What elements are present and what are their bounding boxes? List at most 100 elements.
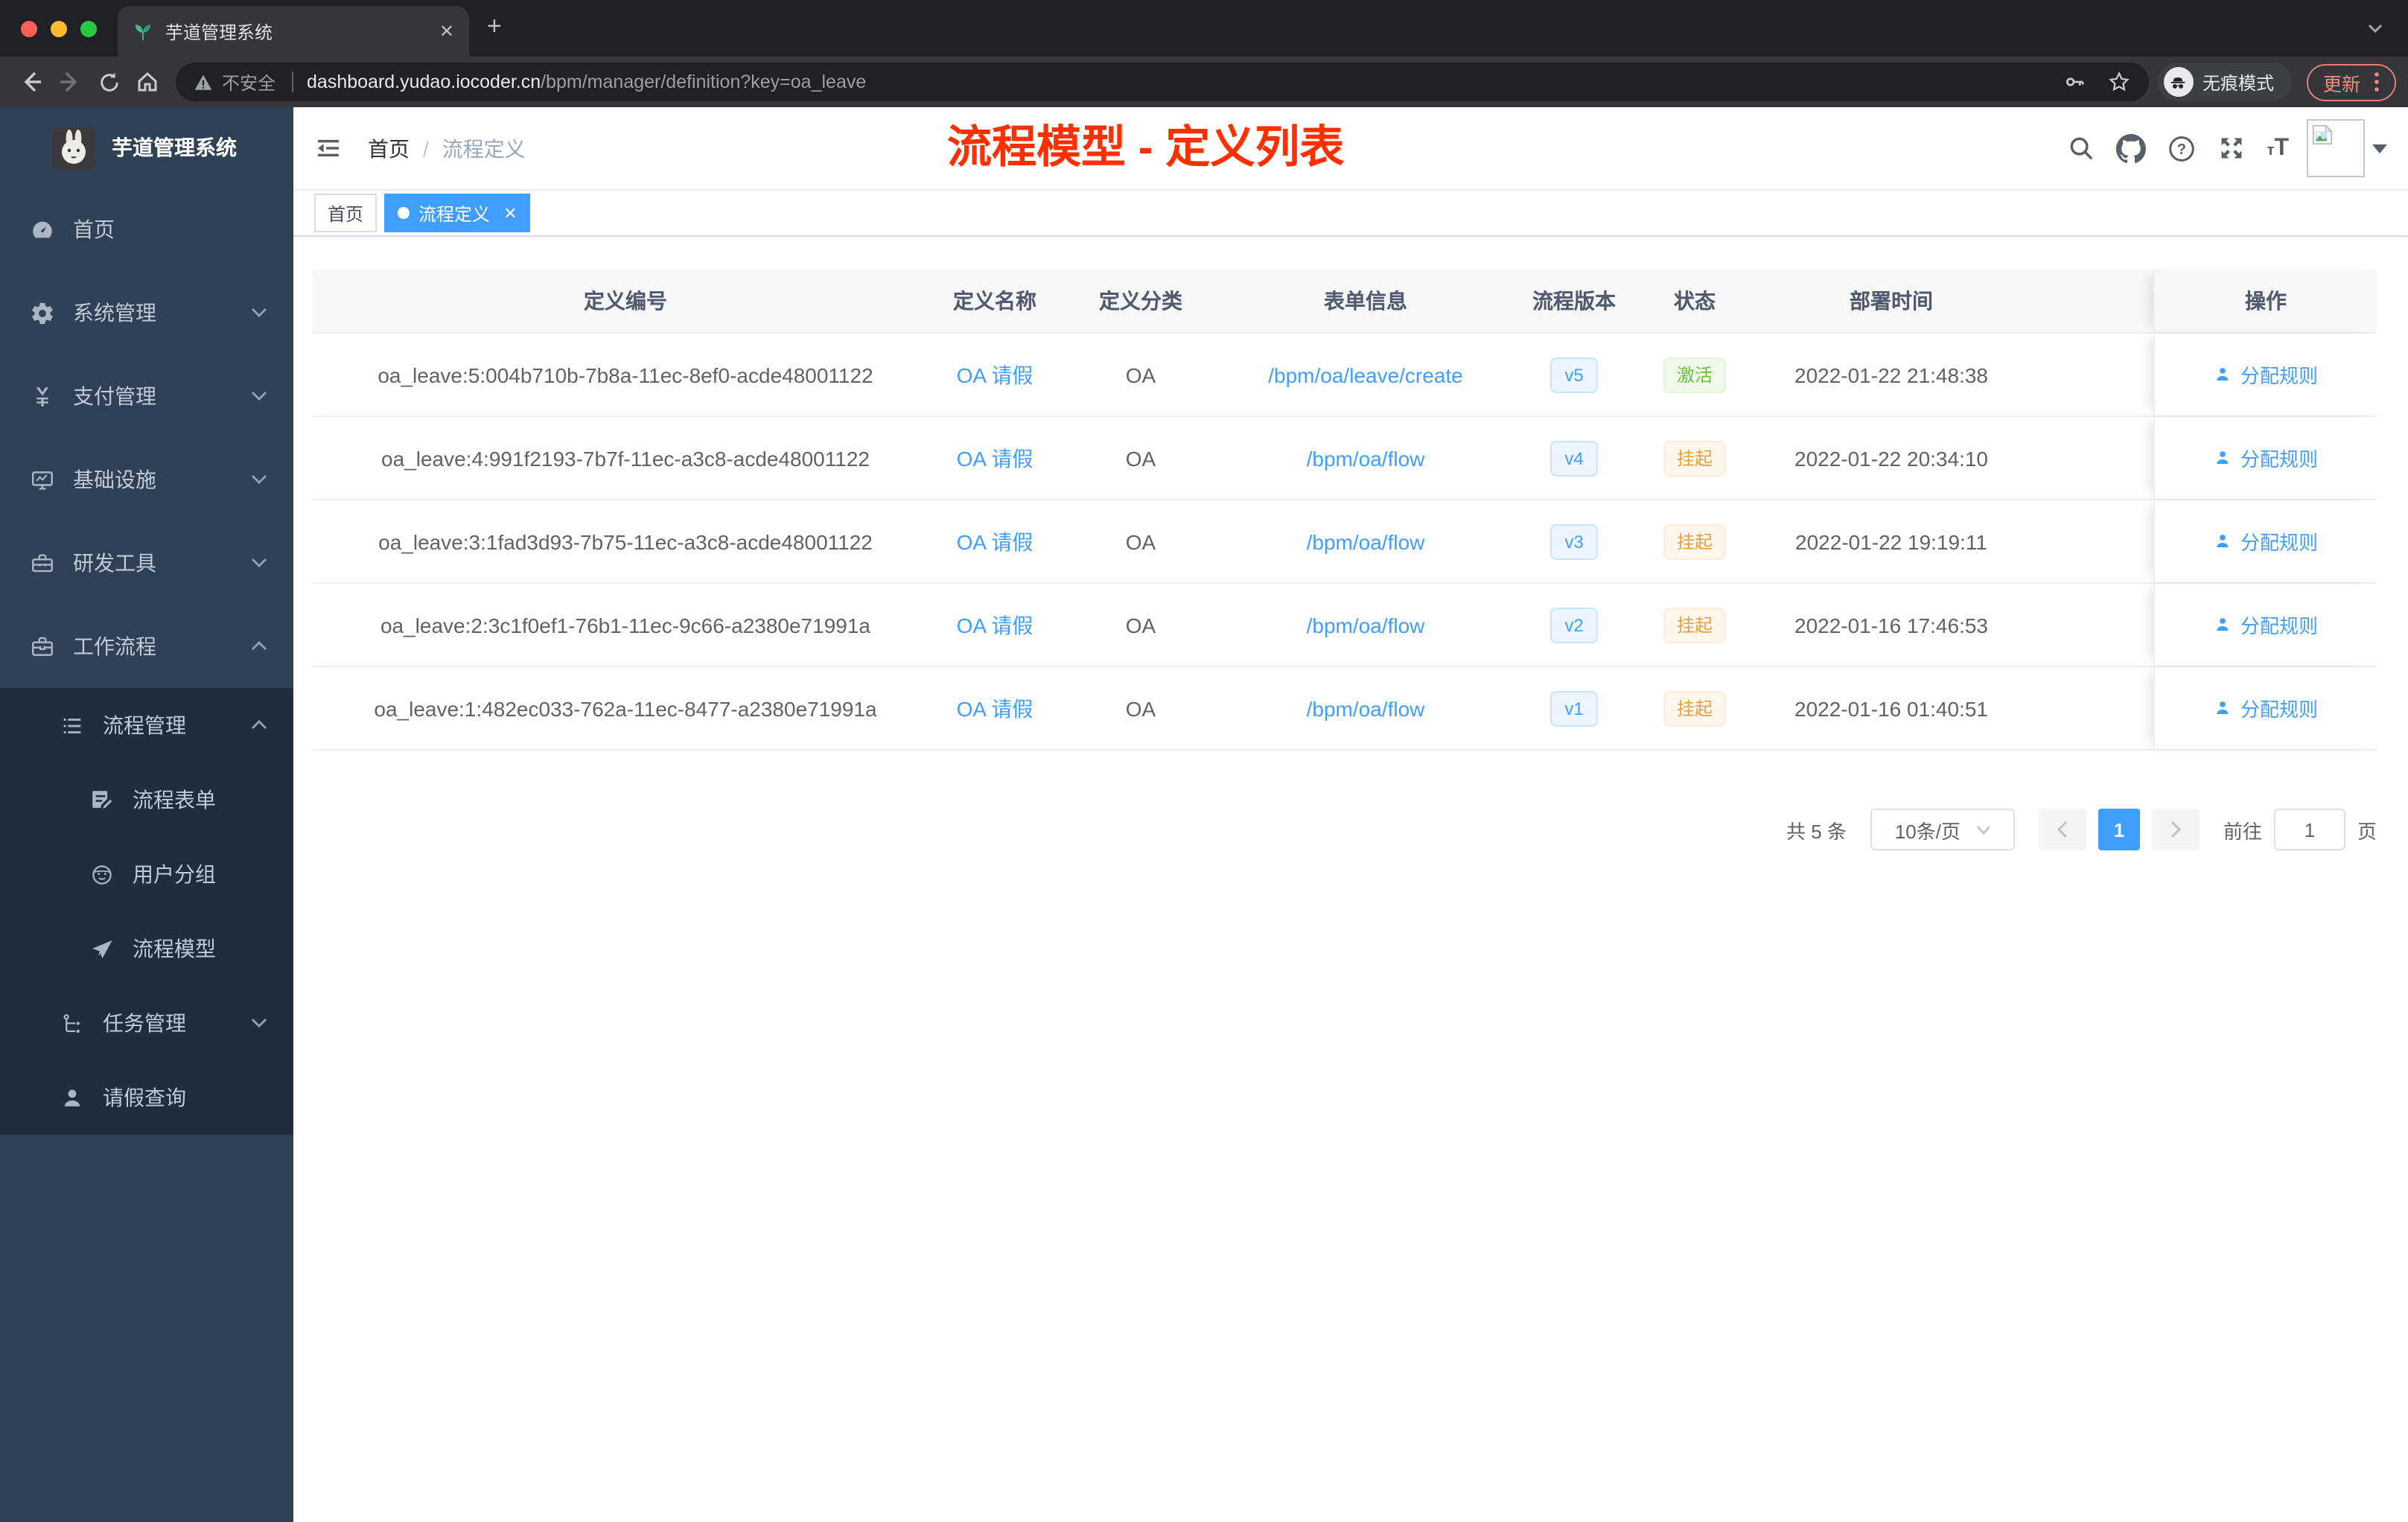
browser-chrome: 芋道管理系统 ✕ + 不安全 dashboard.yudao.iocoder.c… [0,0,2408,107]
app-title: 芋道管理系统 [112,136,237,159]
incognito-icon [2163,67,2194,97]
breadcrumb-home[interactable]: 首页 [368,133,410,163]
version-badge: v2 [1549,607,1599,643]
caret-down-icon[interactable] [2372,142,2387,154]
goto-label: 前往 [2223,820,2262,842]
back-icon[interactable] [12,70,51,94]
next-page-button[interactable] [2151,809,2200,850]
sidebar-item-process-form[interactable]: 流程表单 [0,762,293,837]
cell-definition-id: oa_leave:5:004b710b-7b8a-11ec-8ef0-acde4… [378,363,873,386]
github-icon[interactable] [2116,133,2147,163]
goto-page-input[interactable]: 1 [2273,809,2345,850]
new-tab-button[interactable]: + [487,12,502,42]
sidebar-item-label: 系统管理 [73,301,156,325]
sidebar-item-process-management[interactable]: 流程管理 [0,688,293,762]
browser-tab[interactable]: 芋道管理系统 ✕ [118,6,469,57]
logo-rabbit-avatar [52,126,95,169]
paper-plane-icon [86,936,116,961]
sidebar-item-infrastructure[interactable]: 基础设施 [0,438,293,521]
bookmark-star-icon[interactable] [2107,70,2131,94]
definition-name-link[interactable]: OA 请假 [957,526,1033,556]
sidebar-logo: 芋道管理系统 [0,107,293,188]
assign-rule-label: 分配规则 [2240,448,2318,471]
assign-rule-button[interactable]: 分配规则 [2214,611,2318,639]
assign-rule-button[interactable]: 分配规则 [2214,444,2318,472]
font-size-icon[interactable]: тT [2267,135,2289,162]
yen-icon [27,383,57,409]
sidebar-toggle-icon[interactable] [314,134,343,162]
sidebar: 芋道管理系统 首页系统管理支付管理基础设施研发工具 工作流程 流程管理流程表单用户分… [0,107,293,1522]
search-icon[interactable] [2068,134,2096,162]
version-badge: v3 [1549,523,1599,559]
sidebar-item-process-model[interactable]: 流程模型 [0,911,293,986]
form-info-link[interactable]: /bpm/oa/leave/create [1268,363,1463,386]
maximize-window-button[interactable] [80,21,97,37]
sidebar-item-label: 流程表单 [133,788,216,812]
update-menu-button[interactable]: 更新 [2306,63,2396,101]
tab-title: 芋道管理系统 [165,22,273,42]
avatar[interactable] [2307,119,2365,177]
prev-page-button[interactable] [2038,809,2086,850]
cell-form-info: /bpm/oa/flow [1230,667,1501,749]
cell-definition-category: OA [1125,446,1156,470]
form-info-link[interactable]: /bpm/oa/flow [1307,613,1425,637]
user-group-icon [86,862,116,887]
cell-form-info: /bpm/oa/flow [1230,417,1501,499]
table-header-row: 定义编号 定义名称 定义分类 表单信息 流程版本 状态 部署时间 操作 [313,270,2377,334]
definition-name-link[interactable]: OA 请假 [957,443,1033,473]
definition-name-link[interactable]: OA 请假 [957,610,1033,640]
url-bar[interactable]: 不安全 dashboard.yudao.iocoder.cn/bpm/manag… [176,63,2149,101]
dashboard-icon [27,217,57,242]
column-header-name: 定义名称 [953,289,1036,313]
cell-action: 分配规则 [2153,417,2377,499]
assign-rule-button[interactable]: 分配规则 [2214,694,2318,722]
question-help-icon[interactable]: ? [2167,133,2197,163]
tag-home[interactable]: 首页 [314,194,378,232]
status-badge: 激活 [1663,357,1726,392]
cell-deploy-time: 2022-01-22 19:19:11 [1795,529,1987,553]
chevron-up-icon [250,719,268,731]
form-info-link[interactable]: /bpm/oa/flow [1307,696,1425,720]
fullscreen-icon[interactable] [2218,134,2246,162]
chevron-down-icon [250,1017,268,1029]
definition-name-link[interactable]: OA 请假 [957,693,1033,723]
security-label[interactable]: 不安全 [222,69,275,95]
sidebar-item-system-management[interactable]: 系统管理 [0,271,293,354]
pagination-total: 共 5 条 [1786,820,1847,842]
sidebar-item-label: 请假查询 [103,1086,186,1109]
status-badge: 挂起 [1663,690,1726,726]
chevron-up-icon [250,640,268,652]
minimize-window-button[interactable] [51,21,67,37]
column-header-version: 流程版本 [1532,289,1616,313]
page-size-select[interactable]: 10条/页 [1870,809,2015,850]
table-row: oa_leave:3:1fad3d93-7b75-11ec-a3c8-acde4… [313,500,2377,584]
forward-icon[interactable] [51,70,89,94]
page-number-button[interactable]: 1 [2098,809,2140,850]
sidebar-item-label: 基础设施 [73,468,156,491]
tag-close-icon[interactable]: ✕ [503,203,517,223]
sidebar-item-dev-tools[interactable]: 研发工具 [0,521,293,605]
tab-search-chevron-icon[interactable] [2366,19,2384,37]
sidebar-item-home[interactable]: 首页 [0,188,293,271]
cell-process-version: v4 [1501,417,1647,499]
cell-status: 挂起 [1647,500,1742,582]
form-info-link[interactable]: /bpm/oa/flow [1307,529,1425,553]
sidebar-item-task-management[interactable]: 任务管理 [0,986,293,1060]
close-window-button[interactable] [21,21,37,37]
cell-form-info: /bpm/oa/flow [1230,584,1501,666]
tag-process-definition[interactable]: 流程定义 ✕ [384,194,531,232]
sidebar-item-user-group[interactable]: 用户分组 [0,837,293,911]
tab-close-icon[interactable]: ✕ [439,21,454,42]
home-icon[interactable] [128,70,167,94]
definition-name-link[interactable]: OA 请假 [957,360,1033,389]
assign-rule-button[interactable]: 分配规则 [2214,360,2318,389]
password-key-icon[interactable] [2063,70,2086,94]
sidebar-item-leave-query[interactable]: 请假查询 [0,1060,293,1135]
reload-icon[interactable] [89,71,128,93]
assign-rule-button[interactable]: 分配规则 [2214,527,2318,555]
form-info-link[interactable]: /bpm/oa/flow [1307,446,1425,470]
incognito-label: 无痕模式 [2202,72,2274,93]
update-label: 更新 [2322,74,2360,95]
sidebar-item-payment-management[interactable]: 支付管理 [0,354,293,438]
sidebar-item-workflow[interactable]: 工作流程 [0,605,293,688]
